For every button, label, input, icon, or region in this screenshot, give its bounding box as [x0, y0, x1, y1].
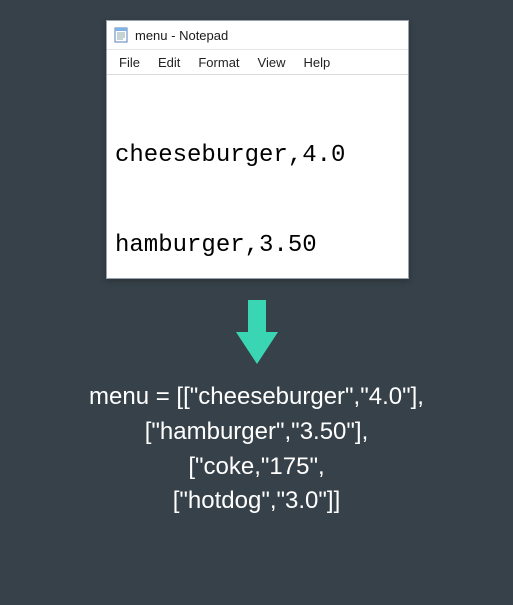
code-line: ["hamburger","3.50"],	[0, 415, 513, 450]
down-arrow-icon	[236, 300, 278, 364]
menu-edit[interactable]: Edit	[150, 53, 188, 72]
editor-line: hamburger,3.50	[115, 231, 400, 261]
menu-format[interactable]: Format	[190, 53, 247, 72]
code-line: ["coke,"175",	[0, 450, 513, 485]
window-title: menu - Notepad	[135, 28, 228, 43]
editor-area[interactable]: cheeseburger,4.0 hamburger,3.50 coke,1.7…	[107, 75, 408, 278]
menu-view[interactable]: View	[250, 53, 294, 72]
notepad-window: menu - Notepad File Edit Format View Hel…	[106, 20, 409, 279]
editor-line: cheeseburger,4.0	[115, 141, 400, 171]
code-line: ["hotdog","3.0"]]	[0, 484, 513, 519]
code-line: menu = [["cheeseburger","4.0"],	[0, 380, 513, 415]
titlebar: menu - Notepad	[107, 21, 408, 50]
notepad-icon	[113, 27, 129, 43]
menu-help[interactable]: Help	[295, 53, 338, 72]
code-output: menu = [["cheeseburger","4.0"], ["hambur…	[0, 380, 513, 519]
menu-file[interactable]: File	[111, 53, 148, 72]
diagram-stage: menu - Notepad File Edit Format View Hel…	[0, 0, 513, 605]
menubar: File Edit Format View Help	[107, 50, 408, 75]
